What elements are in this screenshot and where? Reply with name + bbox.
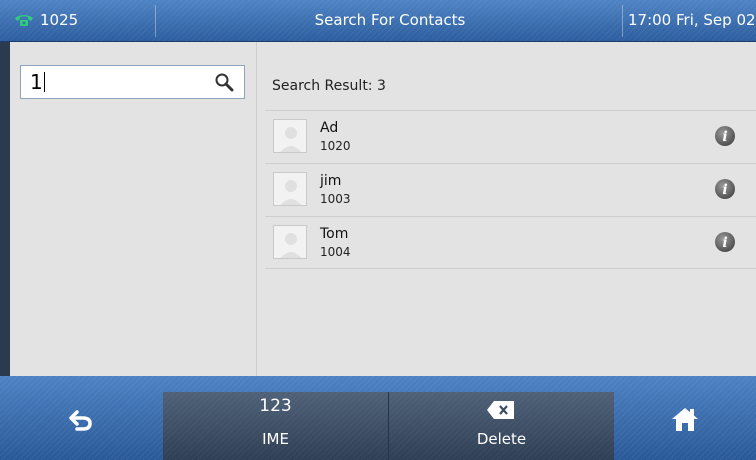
avatar-placeholder-icon bbox=[280, 127, 302, 152]
back-button[interactable] bbox=[0, 376, 163, 460]
contact-name: jim bbox=[320, 173, 342, 189]
svg-text:i: i bbox=[722, 129, 727, 145]
contact-row[interactable]: Ad 1020 i bbox=[265, 111, 756, 163]
text-cursor bbox=[43, 72, 45, 92]
search-icon[interactable] bbox=[214, 72, 234, 92]
ime-button[interactable]: 123 IME bbox=[163, 392, 388, 460]
back-arrow-icon bbox=[69, 410, 92, 431]
status-bar: 1025 Search For Contacts 17:00 Fri, Sep … bbox=[0, 0, 756, 42]
home-icon bbox=[672, 408, 698, 431]
avatar bbox=[273, 225, 307, 259]
content-area: 1 Search Result: 3 Ad 1020 i jim 1003 i … bbox=[10, 42, 756, 376]
ime-label: IME bbox=[262, 430, 289, 448]
contact-name: Tom bbox=[320, 226, 349, 242]
avatar-placeholder-icon bbox=[280, 233, 302, 258]
phone-handset-icon bbox=[15, 15, 33, 26]
contact-number: 1020 bbox=[320, 139, 351, 153]
delete-label: Delete bbox=[476, 430, 527, 448]
backspace-icon bbox=[487, 401, 514, 419]
contact-name: Ad bbox=[320, 120, 339, 136]
phone-screen: 1025 Search For Contacts 17:00 Fri, Sep … bbox=[0, 0, 756, 460]
contact-row[interactable]: Tom 1004 i bbox=[265, 217, 756, 269]
account-number: 1025 bbox=[40, 11, 79, 29]
account-indicator[interactable]: 1025 bbox=[14, 11, 78, 29]
svg-text:i: i bbox=[722, 182, 727, 198]
delete-button[interactable]: Delete bbox=[389, 392, 614, 460]
search-input[interactable]: 1 bbox=[20, 65, 245, 99]
search-result-count: Search Result: 3 bbox=[272, 78, 386, 94]
info-icon[interactable]: i bbox=[714, 231, 736, 253]
info-icon[interactable]: i bbox=[714, 178, 736, 200]
contact-number: 1004 bbox=[320, 245, 351, 259]
contact-row[interactable]: jim 1003 i bbox=[265, 164, 756, 216]
ime-mode: 123 bbox=[259, 396, 292, 416]
divider bbox=[265, 268, 756, 269]
softkey-bar: 123 IME Delete bbox=[0, 376, 756, 460]
status-divider bbox=[622, 5, 623, 37]
search-input-value: 1 bbox=[30, 70, 43, 94]
avatar bbox=[273, 172, 307, 206]
page-title: Search For Contacts bbox=[314, 11, 466, 29]
search-pane: 1 bbox=[10, 42, 257, 376]
avatar bbox=[273, 119, 307, 153]
results-pane: Search Result: 3 Ad 1020 i jim 1003 i To… bbox=[257, 42, 756, 376]
info-icon[interactable]: i bbox=[714, 125, 736, 147]
date-time: 17:00 Fri, Sep 02 bbox=[628, 11, 756, 29]
home-button[interactable] bbox=[614, 376, 756, 460]
avatar-placeholder-icon bbox=[280, 180, 302, 205]
status-divider bbox=[155, 5, 156, 37]
contact-number: 1003 bbox=[320, 192, 351, 206]
svg-text:i: i bbox=[722, 235, 727, 251]
